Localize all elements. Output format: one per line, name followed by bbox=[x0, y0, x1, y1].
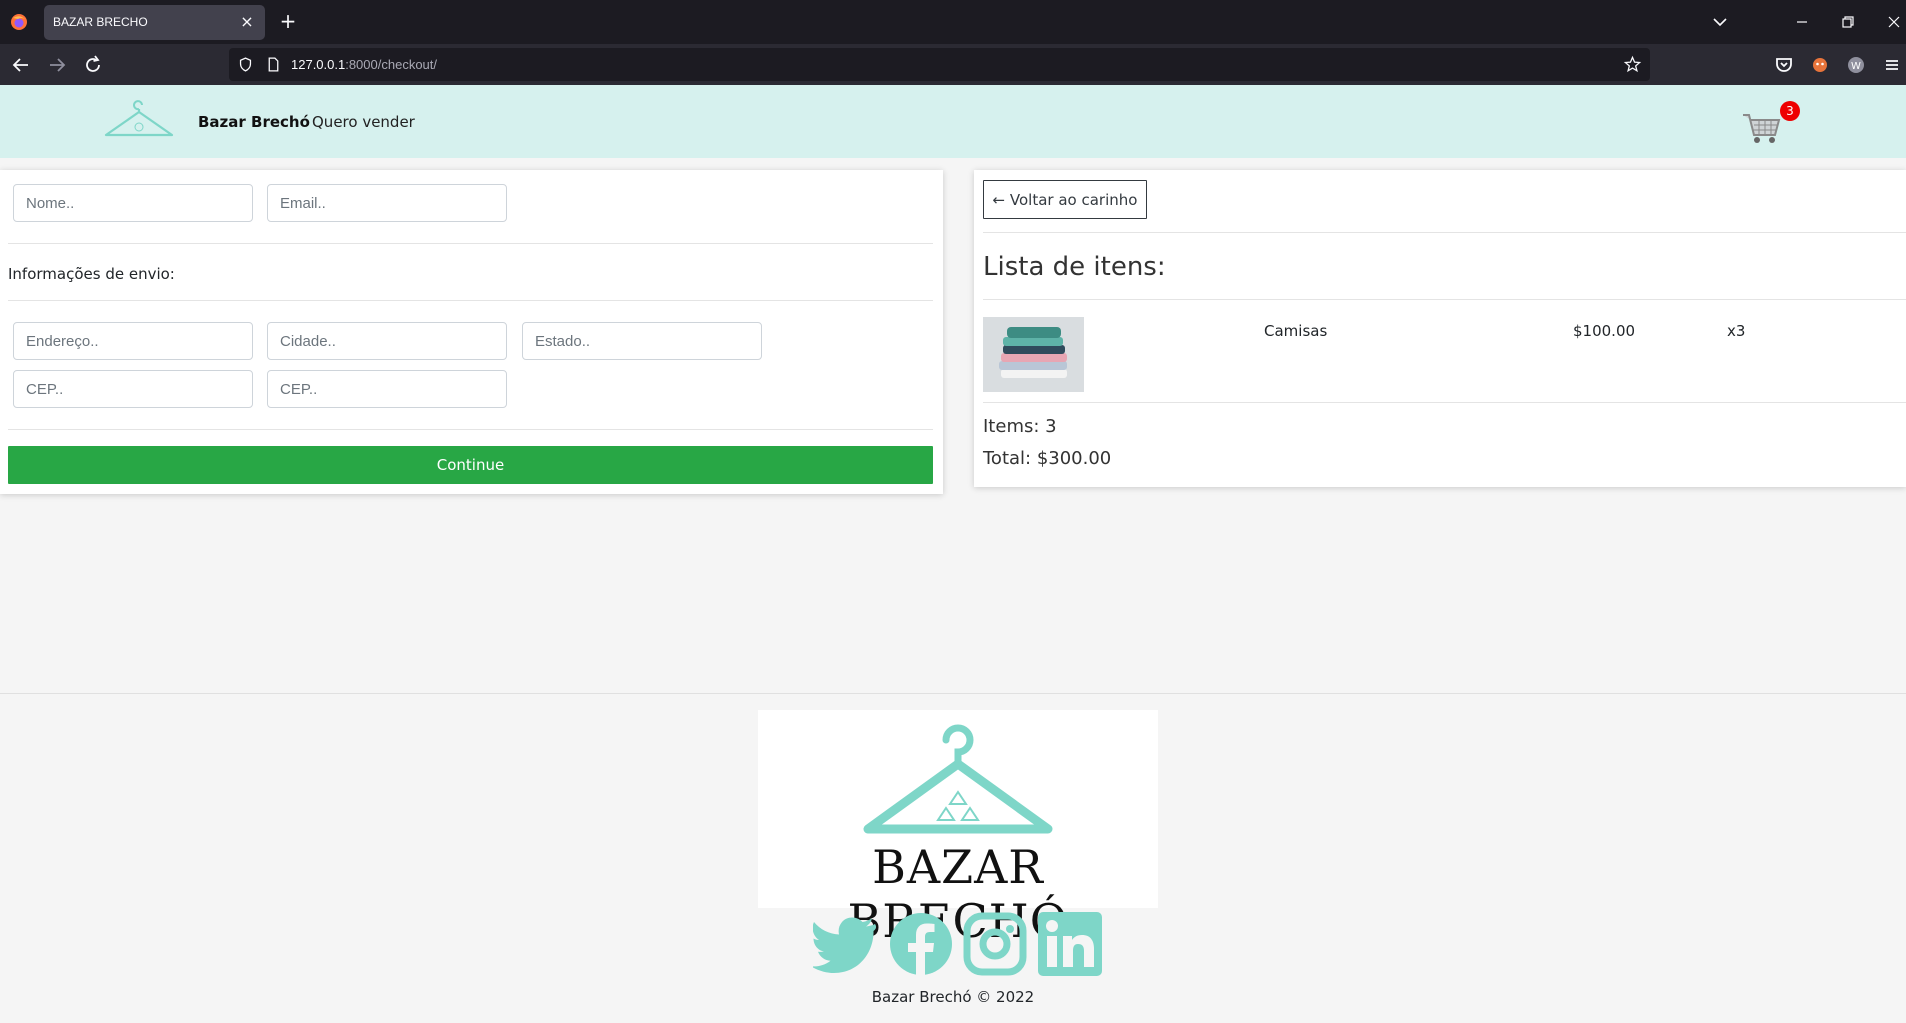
shield-icon[interactable] bbox=[237, 56, 254, 73]
forward-icon[interactable] bbox=[45, 53, 69, 77]
footer-copyright: Bazar Brechó © 2022 bbox=[871, 988, 1035, 1006]
site-header: Bazar Brechó Quero vender 3 bbox=[0, 85, 1906, 158]
back-to-cart-button[interactable]: ← Voltar ao carinho bbox=[983, 180, 1147, 219]
product-thumbnail bbox=[983, 317, 1084, 392]
close-window-icon[interactable] bbox=[1882, 10, 1906, 34]
minimize-icon[interactable] bbox=[1790, 10, 1814, 34]
item-name: Camisas bbox=[1264, 322, 1328, 340]
cart-icon bbox=[1743, 114, 1781, 143]
browser-tab[interactable]: BAZAR BRECHO × bbox=[44, 5, 265, 40]
menu-icon[interactable] bbox=[1880, 53, 1904, 77]
tab-title: BAZAR BRECHO bbox=[53, 15, 148, 29]
order-summary-panel: ← Voltar ao carinho Lista de itens: Cami… bbox=[974, 170, 1906, 487]
divider bbox=[983, 299, 1906, 300]
cart-count-badge: 3 bbox=[1780, 101, 1800, 121]
linkedin-icon[interactable] bbox=[1038, 912, 1102, 976]
twitter-icon[interactable] bbox=[813, 912, 877, 976]
divider bbox=[8, 429, 933, 430]
restore-icon[interactable] bbox=[1836, 10, 1860, 34]
brand-link[interactable]: Bazar Brechó bbox=[198, 113, 310, 131]
address-field[interactable] bbox=[13, 322, 253, 360]
hanger-logo-icon[interactable] bbox=[104, 99, 174, 141]
browser-nav-bar: 127.0.0.1:8000/checkout/ W bbox=[0, 44, 1906, 85]
back-icon[interactable] bbox=[9, 53, 33, 77]
pocket-icon[interactable] bbox=[1772, 53, 1796, 77]
url-bar[interactable]: 127.0.0.1:8000/checkout/ bbox=[229, 48, 1650, 81]
account-icon[interactable]: W bbox=[1844, 53, 1868, 77]
continue-button[interactable]: Continue bbox=[8, 446, 933, 484]
zipcode-field[interactable] bbox=[13, 370, 253, 408]
footer-divider bbox=[0, 693, 1906, 694]
divider bbox=[8, 300, 933, 301]
extension-icon[interactable] bbox=[1808, 53, 1832, 77]
item-list-title: Lista de itens: bbox=[983, 252, 1166, 282]
shipping-info-title: Informações de envio: bbox=[8, 265, 175, 283]
tab-close-icon[interactable]: × bbox=[237, 12, 257, 32]
nav-link-sell[interactable]: Quero vender bbox=[312, 113, 415, 131]
items-count: Items: 3 bbox=[983, 416, 1057, 437]
cart-button[interactable]: 3 bbox=[1742, 101, 1804, 147]
divider bbox=[8, 243, 933, 244]
item-price: $100.00 bbox=[1573, 322, 1636, 340]
page-icon[interactable] bbox=[265, 56, 282, 73]
star-icon[interactable] bbox=[1623, 55, 1642, 74]
order-total: Total: $300.00 bbox=[983, 448, 1112, 469]
divider bbox=[983, 232, 1906, 233]
firefox-icon bbox=[11, 14, 27, 30]
hanger-recycle-icon bbox=[863, 724, 1053, 834]
url-host: 127.0.0.1 bbox=[291, 57, 346, 72]
new-tab-button[interactable]: + bbox=[278, 11, 298, 31]
checkout-form-panel: Informações de envio: Continue bbox=[0, 170, 943, 494]
footer-logo: BAZAR BRECHÓ bbox=[758, 710, 1158, 948]
zipcode-field-2[interactable] bbox=[267, 370, 507, 408]
svg-text:W: W bbox=[1851, 61, 1861, 72]
facebook-icon[interactable] bbox=[889, 912, 953, 976]
divider bbox=[983, 402, 1906, 403]
reload-icon[interactable] bbox=[81, 53, 105, 77]
instagram-icon[interactable] bbox=[963, 912, 1027, 976]
url-text[interactable]: 127.0.0.1:8000/checkout/ bbox=[291, 57, 437, 72]
tabs-list-icon[interactable] bbox=[1708, 10, 1732, 34]
name-field[interactable] bbox=[13, 184, 253, 222]
city-field[interactable] bbox=[267, 322, 507, 360]
state-field[interactable] bbox=[522, 322, 762, 360]
item-quantity: x3 bbox=[1727, 322, 1746, 340]
email-field[interactable] bbox=[267, 184, 507, 222]
url-path: :8000/checkout/ bbox=[345, 57, 438, 72]
browser-tab-bar: BAZAR BRECHO × + bbox=[0, 0, 1906, 44]
